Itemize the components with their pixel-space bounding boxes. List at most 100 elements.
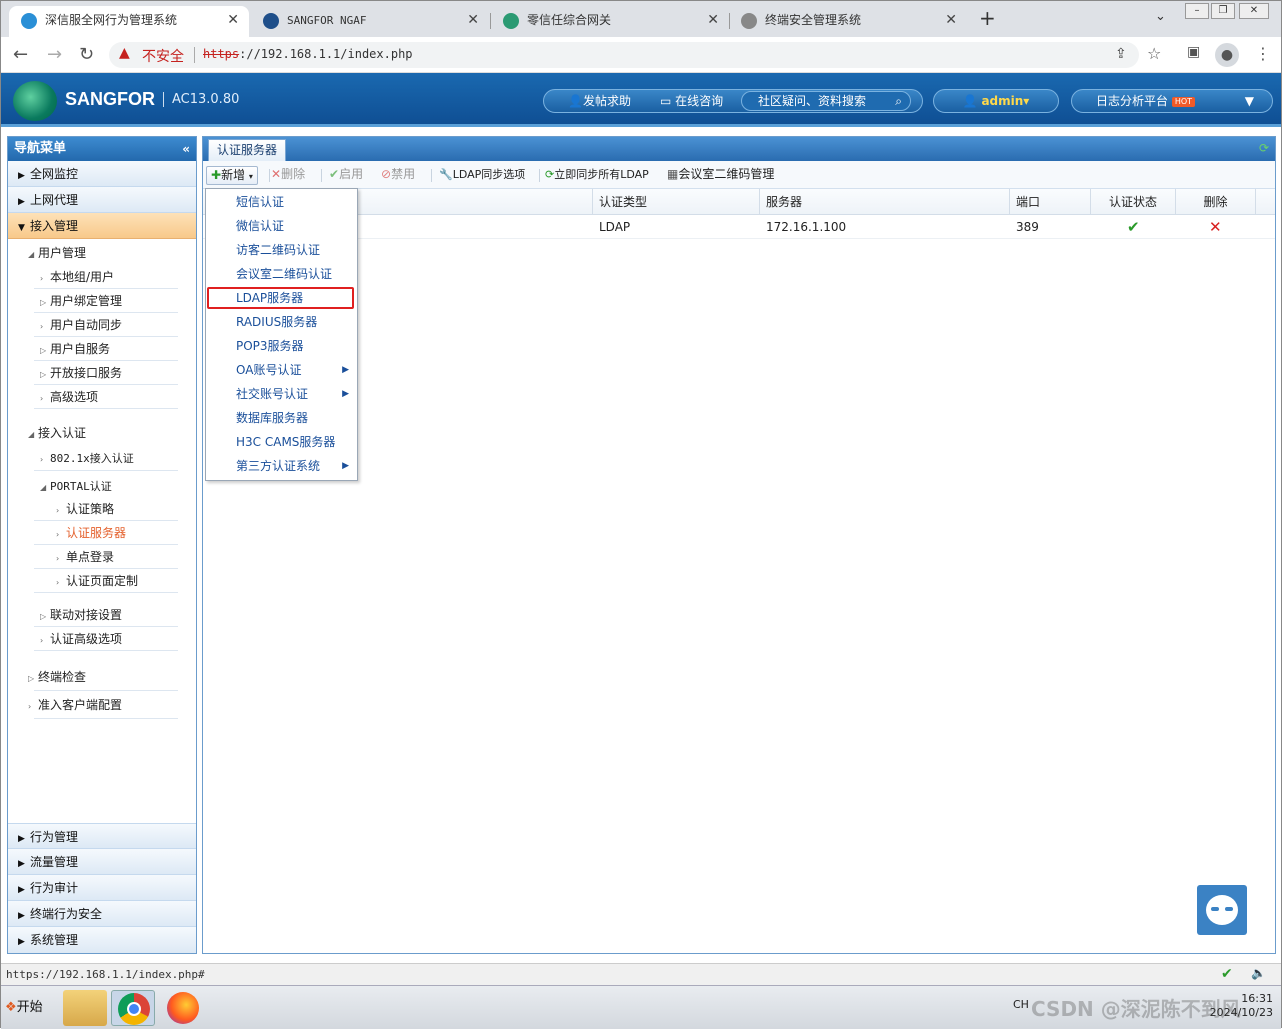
start-button[interactable]: ❖开始 — [5, 996, 43, 1015]
minimize-button[interactable]: – — [1185, 3, 1209, 19]
chrome-taskbar-button[interactable] — [111, 990, 155, 1026]
caret-right-icon: ▶ — [18, 937, 25, 947]
column-header-port[interactable]: 端口 — [1010, 189, 1091, 215]
sidebar-section-access[interactable]: ▼ 接入管理 — [8, 213, 196, 239]
restore-button[interactable]: ❐ — [1211, 3, 1235, 19]
sidebar-group-endpoint-check[interactable]: ▷ 终端检查 — [8, 663, 196, 691]
enable-button[interactable]: ✔启用 — [329, 166, 363, 185]
menu-item-pop3-server[interactable]: POP3服务器 — [206, 334, 357, 358]
not-secure-label[interactable]: 不安全 — [142, 46, 184, 66]
close-icon[interactable]: ✕ — [945, 6, 957, 35]
speaker-icon[interactable]: 🔈 — [1251, 966, 1266, 980]
log-platform-menu[interactable]: 日志分析平台 HOT ▼ — [1071, 89, 1273, 113]
add-button[interactable]: ✚新增 ▾ — [206, 166, 258, 185]
sidebar-section-proxy[interactable]: ▶ 上网代理 — [8, 187, 196, 213]
bookmark-star-icon[interactable]: ☆ — [1147, 44, 1161, 63]
side-panel-icon[interactable]: ▣ — [1187, 44, 1200, 60]
sidebar-item[interactable]: ▷ 联动对接设置 — [8, 603, 196, 627]
sidebar-group-portal[interactable]: ◢ PORTAL认证 — [8, 471, 196, 497]
ime-indicator[interactable]: CH — [1013, 998, 1029, 1011]
sidebar-section-endpoint-security[interactable]: ▶ 终端行为安全 — [8, 901, 196, 927]
menu-item-radius-server[interactable]: RADIUS服务器 — [206, 310, 357, 334]
column-header-status[interactable]: 认证状态 — [1091, 189, 1176, 215]
sidebar-item[interactable]: ▷ 用户自服务 — [8, 337, 196, 361]
main-panel: 认证服务器 ⟳ ✚新增 ▾ ✕删除 ✔启用 ⊘禁用 🔧LDAP同步选项 ⟳立即同… — [202, 136, 1276, 954]
close-icon[interactable]: ✕ — [467, 6, 479, 35]
sidebar-section-behavior[interactable]: ▶ 行为管理 — [8, 823, 196, 849]
column-header-delete[interactable]: 删除 — [1176, 189, 1256, 215]
sidebar-section-system[interactable]: ▶ 系统管理 — [8, 927, 196, 953]
community-search-input[interactable]: 社区疑问、资料搜索 ⌕ — [741, 91, 911, 111]
sidebar-group-access-auth[interactable]: ◢ 接入认证 — [8, 421, 196, 445]
reload-icon[interactable]: ↻ — [79, 44, 94, 65]
user-menu[interactable]: 👤 admin▾ — [933, 89, 1059, 113]
share-icon[interactable]: ⇪ — [1115, 46, 1127, 62]
meeting-qr-button[interactable]: ▦会议室二维码管理 — [667, 166, 774, 185]
sidebar-item-auth-server[interactable]: › 认证服务器 — [8, 521, 196, 545]
url-field[interactable]: ▲ 不安全 https://192.168.1.1/index.php ⇪ — [109, 42, 1139, 68]
new-tab-button[interactable]: + — [979, 6, 996, 30]
column-header-type[interactable]: 认证类型 — [593, 189, 760, 215]
table-header: 认证类型 服务器 端口 认证状态 删除 — [203, 189, 1275, 215]
caret-right-icon: › — [56, 578, 60, 587]
sidebar-section-traffic[interactable]: ▶ 流量管理 — [8, 849, 196, 875]
watermark: CSDN @深泥陈不到风 — [1031, 997, 1241, 1021]
firefox-taskbar-button[interactable] — [161, 990, 205, 1026]
close-window-button[interactable]: ✕ — [1239, 3, 1269, 19]
close-icon[interactable]: ✕ — [227, 6, 239, 35]
sidebar-group-user-mgmt[interactable]: ◢ 用户管理 — [8, 241, 196, 265]
sidebar-section-audit[interactable]: ▶ 行为审计 — [8, 875, 196, 901]
menu-item-h3c-cams[interactable]: H3C CAMS服务器 — [206, 430, 357, 454]
table-row[interactable]: LDAP 172.16.1.100 389 ✔ ✕ — [203, 215, 1275, 239]
assistant-robot-icon[interactable] — [1197, 885, 1247, 935]
back-arrow-icon[interactable]: ← — [13, 44, 28, 65]
menu-item-wechat[interactable]: 微信认证 — [206, 214, 357, 238]
collapse-icon[interactable]: « — [182, 137, 190, 161]
robot-eye — [1225, 907, 1233, 911]
consult-button[interactable]: ▭ 在线咨询 — [660, 90, 723, 112]
caret-down-icon: ▼ — [18, 223, 25, 233]
ldap-sync-options-button[interactable]: 🔧LDAP同步选项 — [439, 166, 525, 185]
url-rest: ://192.168.1.1/index.php — [239, 47, 413, 61]
sidebar-item[interactable]: › 认证高级选项 — [8, 627, 196, 651]
profile-avatar-icon[interactable]: ● — [1215, 43, 1239, 67]
sidebar-item[interactable]: › 本地组/用户 — [8, 265, 196, 289]
browser-tab-4[interactable]: 终端安全管理系统 ✕ — [729, 6, 967, 37]
sync-all-ldap-button[interactable]: ⟳立即同步所有LDAP — [545, 166, 649, 185]
menu-item-social-account[interactable]: 社交账号认证 ▶ — [206, 382, 357, 406]
sidebar-item[interactable]: › 单点登录 — [8, 545, 196, 569]
browser-tab-3[interactable]: 零信任综合网关 ✕ — [491, 6, 729, 37]
sidebar-item[interactable]: › 用户自动同步 — [8, 313, 196, 337]
check-icon[interactable]: ✔ — [1121, 215, 1140, 239]
delete-button[interactable]: ✕删除 — [271, 166, 305, 185]
sidebar-item[interactable]: › 认证策略 — [8, 497, 196, 521]
refresh-icon[interactable]: ⟳ — [1259, 141, 1269, 155]
menu-item-sms[interactable]: 短信认证 — [206, 190, 357, 214]
menu-item-visitor-qr[interactable]: 访客二维码认证 — [206, 238, 357, 262]
sidebar-item[interactable]: › 认证页面定制 — [8, 569, 196, 593]
sidebar-group-client-config[interactable]: › 准入客户端配置 — [8, 691, 196, 719]
forward-arrow-icon[interactable]: → — [47, 44, 62, 65]
menu-item-third-party[interactable]: 第三方认证系统 ▶ — [206, 454, 357, 478]
help-button[interactable]: 👤发帖求助 — [568, 90, 631, 112]
tab-search-chevron-icon[interactable]: ⌄ — [1155, 9, 1166, 24]
search-icon[interactable]: ⌕ — [895, 92, 902, 110]
caret-right-icon: › — [56, 506, 60, 515]
sidebar-item[interactable]: › 802.1x接入认证 — [8, 445, 196, 471]
browser-tab-2[interactable]: SANGFOR NGAF ✕ — [251, 6, 489, 37]
sidebar-item[interactable]: ▷ 用户绑定管理 — [8, 289, 196, 313]
tab-auth-server[interactable]: 认证服务器 — [208, 139, 287, 161]
menu-item-database-server[interactable]: 数据库服务器 — [206, 406, 357, 430]
menu-item-meeting-qr[interactable]: 会议室二维码认证 — [206, 262, 357, 286]
sidebar-section-monitor[interactable]: ▶ 全网监控 — [8, 161, 196, 187]
sidebar-item[interactable]: ▷ 开放接口服务 — [8, 361, 196, 385]
delete-x-icon[interactable]: ✕ — [1203, 215, 1222, 239]
kebab-menu-icon[interactable]: ⋮ — [1255, 44, 1271, 63]
close-icon[interactable]: ✕ — [707, 6, 719, 35]
file-explorer-icon[interactable] — [63, 990, 107, 1026]
disable-button[interactable]: ⊘禁用 — [381, 166, 415, 185]
menu-item-oa-account[interactable]: OA账号认证 ▶ — [206, 358, 357, 382]
column-header-server[interactable]: 服务器 — [760, 189, 1010, 215]
sidebar-item[interactable]: › 高级选项 — [8, 385, 196, 409]
browser-tab-1[interactable]: 深信服全网行为管理系统 ✕ — [9, 6, 249, 37]
